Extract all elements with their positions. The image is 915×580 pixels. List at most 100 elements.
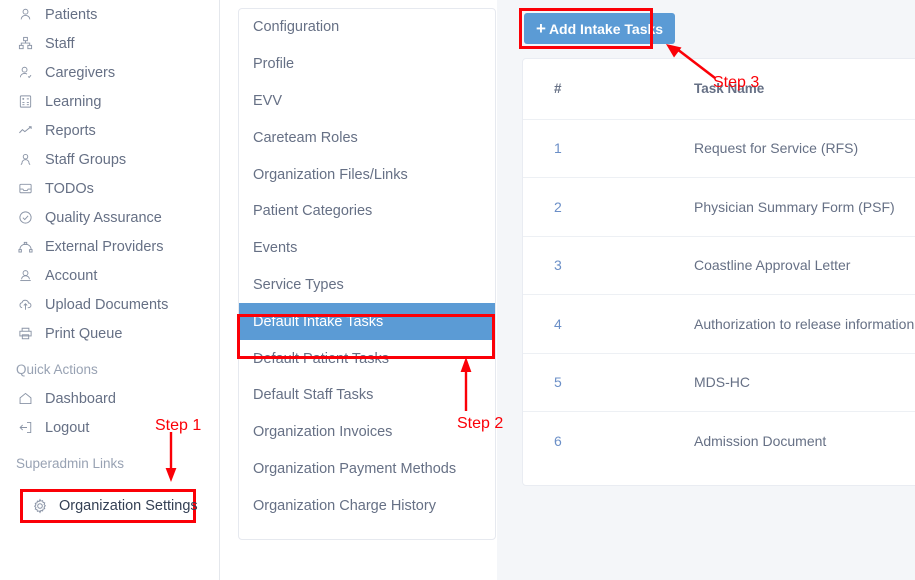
menu-item-configuration[interactable]: Configuration bbox=[239, 9, 495, 46]
row-task-name: Physician Summary Form (PSF) bbox=[609, 177, 915, 236]
menu-item-organization-files-links[interactable]: Organization Files/Links bbox=[239, 156, 495, 193]
sidebar-item-quality-assurance[interactable]: Quality Assurance bbox=[0, 203, 219, 232]
row-number: 6 bbox=[523, 411, 609, 470]
sidebar-item-label: Patients bbox=[45, 6, 98, 23]
menu-item-default-patient-tasks[interactable]: Default Patient Tasks bbox=[239, 340, 495, 377]
row-task-name: Request for Service (RFS) bbox=[609, 118, 915, 178]
table-row[interactable]: 3 Coastline Approval Letter bbox=[523, 235, 915, 295]
sidebar-item-label: Account bbox=[45, 267, 98, 284]
inbox-icon bbox=[18, 180, 40, 198]
menu-item-events[interactable]: Events bbox=[239, 230, 495, 267]
sidebar-item-label: Learning bbox=[45, 93, 102, 110]
menu-item-label: Patient Categories bbox=[253, 203, 373, 220]
column-header-number: # bbox=[554, 81, 562, 97]
menu-item-organization-charge-history[interactable]: Organization Charge History bbox=[239, 487, 495, 524]
content-area: + Add Intake Tasks # Task Name 1 Request… bbox=[497, 0, 915, 580]
org-chart-icon bbox=[18, 35, 40, 53]
sidebar-section-superadmin: Superadmin Links bbox=[16, 456, 125, 471]
line-chart-icon bbox=[18, 122, 40, 140]
organization-settings-annotation-box: Organization Settings bbox=[20, 489, 198, 523]
row-number: 4 bbox=[523, 294, 609, 353]
menu-item-careteam-roles[interactable]: Careteam Roles bbox=[239, 119, 495, 156]
menu-item-service-types[interactable]: Service Types bbox=[239, 267, 495, 304]
gear-icon bbox=[32, 497, 54, 515]
intake-tasks-table: # Task Name 1 Request for Service (RFS) … bbox=[523, 59, 915, 470]
row-number: 2 bbox=[523, 177, 609, 236]
menu-item-label: Service Types bbox=[253, 276, 344, 293]
sidebar-item-print-queue[interactable]: Print Queue bbox=[0, 319, 219, 348]
row-task-name: Coastline Approval Letter bbox=[609, 235, 915, 295]
intake-tasks-table-card: # Task Name 1 Request for Service (RFS) … bbox=[522, 58, 915, 486]
menu-item-label: Default Staff Tasks bbox=[253, 387, 374, 404]
table-row[interactable]: 6 Admission Document bbox=[523, 411, 915, 470]
network-icon bbox=[18, 238, 40, 256]
menu-item-label: Organization Payment Methods bbox=[253, 460, 457, 477]
sidebar-item-staff-groups[interactable]: Staff Groups bbox=[0, 145, 219, 174]
step-2-label: Step 2 bbox=[457, 415, 504, 432]
sidebar-item-label: Logout bbox=[45, 419, 90, 436]
add-intake-tasks-button[interactable]: + Add Intake Tasks bbox=[524, 13, 676, 44]
menu-item-label: Default Intake Tasks bbox=[253, 313, 384, 330]
sidebar-item-reports[interactable]: Reports bbox=[0, 116, 219, 145]
menu-item-label: Organization Charge History bbox=[253, 497, 436, 514]
menu-item-profile[interactable]: Profile bbox=[239, 46, 495, 83]
menu-item-default-intake-tasks[interactable]: Default Intake Tasks bbox=[239, 303, 495, 341]
menu-item-label: Configuration bbox=[253, 19, 340, 36]
menu-item-default-staff-tasks[interactable]: Default Staff Tasks bbox=[239, 377, 495, 414]
row-number: 1 bbox=[523, 118, 609, 178]
sidebar-item-dashboard[interactable]: Dashboard bbox=[0, 384, 219, 413]
menu-item-label: EVV bbox=[253, 92, 283, 109]
table-row[interactable]: 1 Request for Service (RFS) bbox=[523, 118, 915, 178]
sidebar-item-label: Caregivers bbox=[45, 64, 116, 81]
menu-item-label: Events bbox=[253, 240, 298, 257]
sidebar-item-organization-settings[interactable]: Organization Settings bbox=[23, 492, 198, 520]
sidebar-item-label: Upload Documents bbox=[45, 296, 169, 313]
step-3-label: Step 3 bbox=[713, 74, 760, 91]
table-row[interactable]: 2 Physician Summary Form (PSF) bbox=[523, 177, 915, 236]
table-row[interactable]: 4 Authorization to release information bbox=[523, 294, 915, 353]
row-task-name: Admission Document bbox=[609, 411, 915, 470]
sidebar-item-label: TODOs bbox=[45, 180, 94, 197]
sidebar-item-upload-documents[interactable]: Upload Documents bbox=[0, 290, 219, 319]
calculator-icon bbox=[18, 93, 40, 111]
sidebar-item-staff[interactable]: Staff bbox=[0, 29, 219, 58]
sidebar-item-label: Dashboard bbox=[45, 390, 116, 407]
table-row[interactable]: 5 MDS-HC bbox=[523, 352, 915, 412]
sidebar-item-label: Reports bbox=[45, 122, 96, 139]
sidebar-item-caregivers[interactable]: Caregivers bbox=[0, 58, 219, 87]
plus-icon: + bbox=[536, 19, 546, 38]
sidebar-item-label: Staff bbox=[45, 35, 75, 52]
row-number: 5 bbox=[523, 352, 609, 412]
user-square-icon bbox=[18, 267, 40, 285]
step-1-label: Step 1 bbox=[155, 417, 202, 434]
menu-item-organization-payment-methods[interactable]: Organization Payment Methods bbox=[239, 451, 495, 488]
table-body: 1 Request for Service (RFS) 2 Physician … bbox=[523, 118, 915, 470]
sidebar-item-patients[interactable]: Patients bbox=[0, 0, 219, 29]
menu-item-label: Profile bbox=[253, 56, 295, 73]
menu-item-label: Organization Invoices bbox=[253, 424, 393, 441]
printer-icon bbox=[18, 325, 40, 343]
menu-item-patient-categories[interactable]: Patient Categories bbox=[239, 193, 495, 230]
app-root: Patients Staff Caregivers Learning Repor… bbox=[0, 0, 915, 580]
sidebar-item-label: Organization Settings bbox=[59, 498, 198, 514]
menu-item-evv[interactable]: EVV bbox=[239, 83, 495, 120]
sidebar-item-label: Quality Assurance bbox=[45, 209, 162, 226]
row-task-name: MDS-HC bbox=[609, 352, 915, 412]
user-icon bbox=[18, 6, 40, 24]
sidebar-item-label: External Providers bbox=[45, 238, 164, 255]
user-group-icon bbox=[18, 151, 40, 169]
menu-item-label: Careteam Roles bbox=[253, 129, 358, 146]
sidebar-item-todos[interactable]: TODOs bbox=[0, 174, 219, 203]
sidebar-item-label: Print Queue bbox=[45, 325, 123, 342]
sidebar-item-external-providers[interactable]: External Providers bbox=[0, 232, 219, 261]
row-task-name: Authorization to release information bbox=[609, 294, 915, 353]
logout-icon bbox=[18, 419, 40, 437]
user-check-icon bbox=[18, 64, 40, 82]
sidebar-item-account[interactable]: Account bbox=[0, 261, 219, 290]
sidebar-section-quick-actions: Quick Actions bbox=[16, 362, 98, 377]
sidebar-item-learning[interactable]: Learning bbox=[0, 87, 219, 116]
sidebar-item-label: Staff Groups bbox=[45, 151, 127, 168]
check-circle-icon bbox=[18, 209, 40, 227]
